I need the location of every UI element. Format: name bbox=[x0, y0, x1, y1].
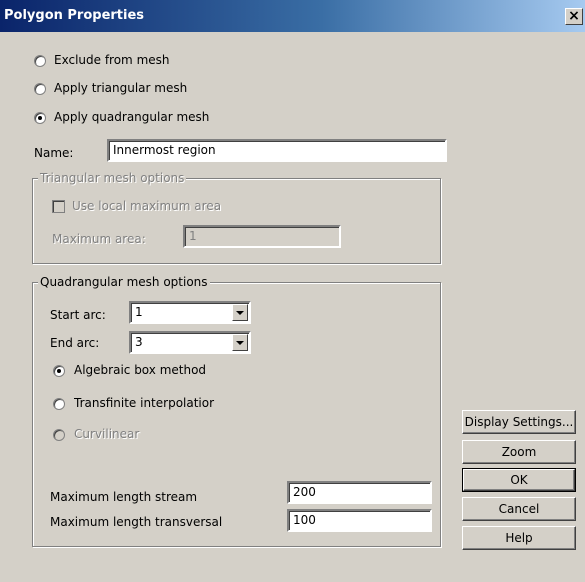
help-button[interactable]: Help bbox=[462, 526, 576, 550]
start-arc-label: Start arc: bbox=[50, 308, 106, 322]
radio-quadrangular-label: Apply quadrangular mesh bbox=[54, 110, 210, 124]
radio-triangular-label: Apply triangular mesh bbox=[54, 81, 188, 95]
start-arc-dropdown[interactable]: 1 bbox=[129, 301, 251, 324]
use-local-max-area-label: Use local maximum area bbox=[72, 199, 222, 213]
start-arc-value: 1 bbox=[135, 305, 143, 319]
radio-apply-quadrangular[interactable] bbox=[34, 112, 46, 124]
max-length-transversal-label: Maximum length transversal bbox=[50, 515, 223, 529]
quadrangular-options-title: Quadrangular mesh options bbox=[38, 275, 210, 289]
max-area-input[interactable]: 1 bbox=[183, 225, 341, 248]
name-label: Name: bbox=[34, 146, 74, 160]
name-input[interactable]: Innermost region bbox=[107, 139, 447, 162]
cancel-button[interactable]: Cancel bbox=[462, 497, 576, 521]
radio-exclude-label: Exclude from mesh bbox=[54, 53, 170, 67]
radio-apply-triangular[interactable] bbox=[34, 83, 46, 95]
end-arc-value: 3 bbox=[135, 335, 143, 349]
max-length-stream-label: Maximum length stream bbox=[50, 490, 198, 504]
display-settings-button[interactable]: Display Settings... bbox=[462, 410, 576, 434]
triangular-options-title: Triangular mesh options bbox=[38, 171, 187, 185]
triangular-options-group bbox=[32, 178, 441, 264]
close-button[interactable]: × bbox=[565, 8, 583, 25]
max-length-stream-input[interactable]: 200 bbox=[287, 481, 432, 504]
radio-curvilinear-label: Curvilinear bbox=[74, 427, 140, 441]
radio-algebraic-box-label: Algebraic box method bbox=[74, 363, 207, 377]
radio-algebraic-box[interactable] bbox=[53, 365, 65, 377]
end-arc-dropdown[interactable]: 3 bbox=[129, 331, 251, 354]
radio-transfinite-label: Transfinite interpolatior bbox=[74, 396, 215, 410]
window-title: Polygon Properties bbox=[4, 8, 145, 23]
ok-button[interactable]: OK bbox=[462, 468, 576, 492]
zoom-button[interactable]: Zoom bbox=[462, 440, 576, 464]
chevron-down-icon[interactable] bbox=[232, 304, 248, 321]
use-local-max-area-checkbox[interactable] bbox=[52, 200, 65, 213]
max-length-transversal-input[interactable]: 100 bbox=[287, 509, 432, 532]
chevron-down-icon[interactable] bbox=[232, 334, 248, 351]
max-area-label: Maximum area: bbox=[52, 232, 146, 246]
end-arc-label: End arc: bbox=[50, 336, 100, 350]
radio-exclude-from-mesh[interactable] bbox=[34, 55, 46, 67]
radio-curvilinear[interactable] bbox=[53, 429, 65, 441]
radio-transfinite[interactable] bbox=[53, 398, 65, 410]
